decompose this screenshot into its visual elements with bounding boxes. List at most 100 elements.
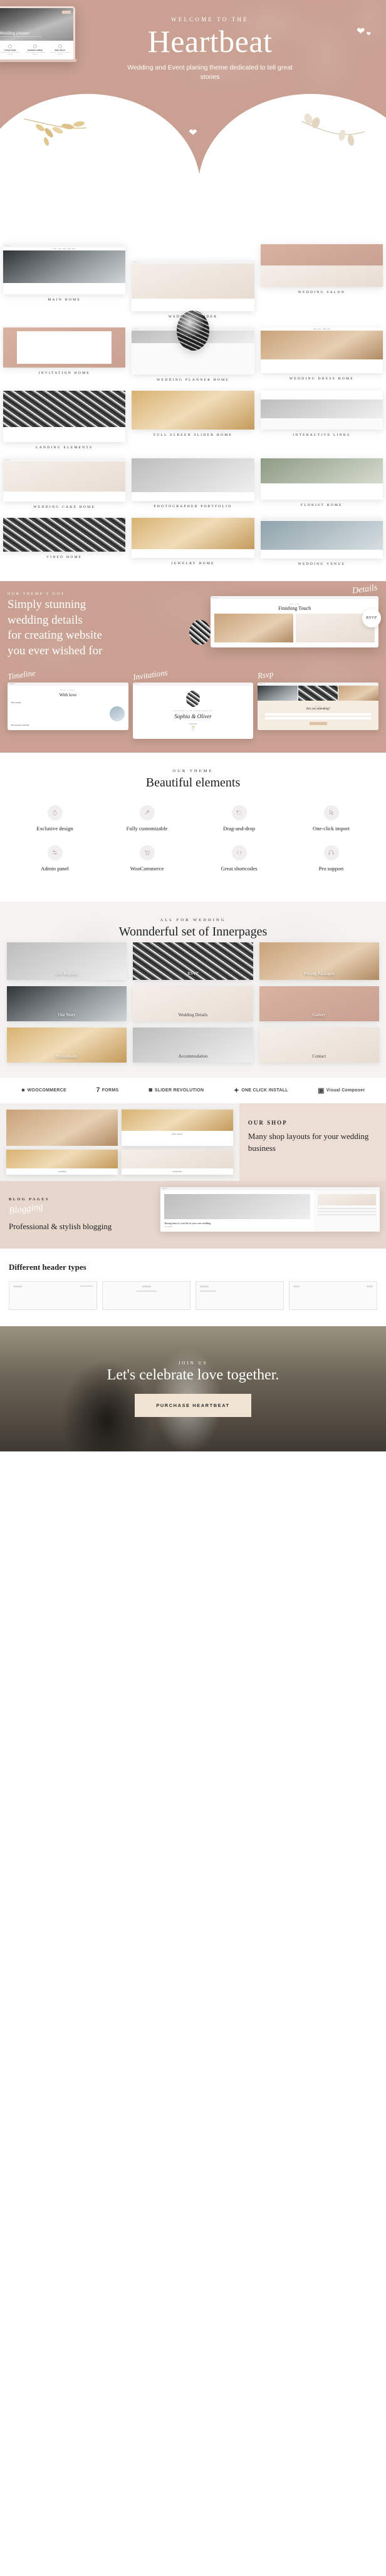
cta-kicker: JOIN US [178, 1360, 208, 1366]
details-card-rsvp[interactable]: Rsvp RSVP Are you attending? [257, 669, 379, 739]
demo-item-photographer-portfolio[interactable]: PHOTOGRAPHER PORTFOLIO [128, 458, 257, 518]
element-drag-and-drop[interactable]: Drag-and-drop [193, 805, 285, 832]
element-pro-support[interactable]: Pro support [285, 845, 377, 872]
demo-item-wedding-dress-home[interactable]: WEDDING DRESS HOME [258, 327, 386, 391]
innerpage-card[interactable]: RSVP [130, 939, 256, 983]
demo-item-wedding-salon[interactable]: WEDDING SALON [258, 244, 386, 327]
section-kicker: OUR THEME'S GOT [8, 592, 65, 596]
demo-label: FLORIST HOME [300, 503, 343, 507]
element-exclusive-design[interactable]: Exclusive design [9, 805, 101, 832]
demo-screenshot[interactable] [132, 391, 254, 430]
innerpage-card[interactable]: Bridesmaids [4, 1024, 130, 1066]
element-woocommerce[interactable]: WooCommerce [101, 845, 193, 872]
card-title: Sophia & Oliver [174, 713, 212, 719]
couple-photo-circle [177, 311, 209, 351]
page-title: Heartbeat [147, 24, 273, 59]
demo-screenshot[interactable] [132, 458, 254, 501]
innerpage-card[interactable]: Pricing Packages [256, 939, 382, 983]
card-script-label: Timeline [7, 667, 36, 681]
timeline-item: How we met [11, 701, 21, 704]
header-type-4[interactable] [289, 1280, 377, 1310]
section-kicker: OUR THEME [172, 768, 214, 773]
demo-screenshot[interactable] [260, 391, 383, 430]
cursor-icon [323, 805, 339, 820]
innerpage-caption: Accommodation [178, 1053, 208, 1059]
element-label: Great shortcodes [221, 865, 258, 872]
innerpage-card[interactable]: Gallery [256, 983, 382, 1024]
innerpage-card[interactable]: Our Story [4, 983, 130, 1024]
rsvp-submit-button[interactable] [309, 721, 327, 725]
laptop-feature-text: Lorem ipsum dolor sit amet consectetur a… [0, 52, 21, 55]
demo-screenshot[interactable] [260, 458, 383, 500]
demo-item-interactive-links[interactable]: INTERACTIVE LINKS [258, 391, 386, 458]
wedding-details-section: OUR THEME'S GOT Simply stunning wedding … [0, 581, 386, 753]
demo-item-wedding-cake-home[interactable]: WEDDING CAKE HOME [0, 458, 128, 518]
rsvp-badge[interactable]: RSVP [362, 609, 381, 627]
demo-screenshot[interactable] [260, 244, 383, 287]
innerpage-caption: Pricing Packages [304, 971, 335, 976]
gold-twig-right-decor [298, 113, 367, 149]
demo-row: VIDEO HOME JEWELRY HOME WEDDING VENUE [0, 518, 386, 575]
laptop-caption-sub: Lorem ipsum dolor sit amet consectetur a… [0, 36, 42, 38]
innerpage-card[interactable]: Gift Registry [4, 939, 130, 983]
rsvp-input[interactable] [265, 716, 372, 719]
demo-item-main-home[interactable]: MAIN HOME [0, 244, 128, 327]
section-heading: Different header types [9, 1262, 86, 1272]
details-card-timeline[interactable]: Timeline OUR STORY With love How we met … [7, 667, 128, 739]
demo-item-florist-home[interactable]: FLORIST HOME [258, 458, 386, 518]
purchase-button[interactable]: PURCHASE HEARTBEAT [135, 1393, 251, 1417]
laptop-feature-title: Destination weddings [28, 49, 43, 51]
demo-screenshot[interactable] [3, 327, 126, 368]
demo-screenshot[interactable] [3, 518, 126, 552]
demo-item-invitation-home[interactable]: INVITATION HOME [0, 327, 128, 391]
shop-copy: OUR SHOP Many shop layouts for your wedd… [239, 1103, 386, 1181]
demo-screenshot[interactable] [3, 458, 126, 502]
laptop-feature: Destination weddings Lorem ipsum dolor s… [24, 44, 47, 56]
element-admin-panel[interactable]: Admin panel [9, 845, 101, 872]
header-type-1[interactable] [9, 1280, 97, 1310]
demo-screenshot[interactable] [260, 518, 383, 559]
demo-screenshot[interactable] [260, 327, 383, 374]
cta-section: JOIN US Let's celebrate love together. P… [0, 1326, 386, 1451]
innerpage-card[interactable]: Contact [256, 1024, 382, 1066]
header-type-3[interactable] [196, 1280, 284, 1310]
details-card-invitations[interactable]: Invitations TOGETHER WITH THEIR FAMILIES… [132, 667, 254, 739]
innerpage-card[interactable]: Accommodation [130, 1024, 256, 1066]
visual-composer-icon: ▣ [318, 1086, 325, 1095]
element-one-click-import[interactable]: One-click import [285, 805, 377, 832]
sliders-icon [47, 845, 63, 860]
laptop-feature-title: Made with love [55, 49, 66, 51]
demo-label: VIDEO HOME [46, 555, 83, 559]
demo-screenshot[interactable] [132, 518, 254, 558]
heart-icon: ❤ ❤ [357, 26, 371, 37]
element-label: Fully customizable [126, 825, 168, 832]
demo-item-video-home[interactable]: VIDEO HOME [0, 518, 128, 575]
shop-product-label: Gold Ring [58, 1170, 66, 1173]
demo-label: PHOTOGRAPHER PORTFOLIO [154, 505, 232, 508]
demo-screenshot[interactable] [3, 391, 126, 442]
hero-subtitle: Wedding and Event planing theme dedicate… [127, 63, 293, 81]
shop-product-label: Select options [172, 1132, 183, 1135]
demo-item-landing-elements[interactable]: LANDING ELEMENTS [0, 391, 128, 458]
demo-item-jewelry-home[interactable]: JEWELRY HOME [128, 518, 257, 575]
demo-item-wedding-venue[interactable]: WEDDING VENUE [258, 518, 386, 575]
rsvp-input[interactable] [265, 713, 372, 716]
card-date-number: 7 [191, 724, 195, 733]
header-type-2[interactable] [102, 1280, 190, 1310]
demo-item-full-screen-slider-home[interactable]: FULL SCREEN SLIDER HOME [128, 391, 257, 458]
instagram-photo-circle [189, 620, 211, 645]
details-preview-card[interactable]: WE DO Finishing Touch [211, 596, 378, 647]
laptop-caption: Wedding planner Lorem ipsum dolor sit am… [0, 31, 42, 38]
heart-divider-icon: ❤ [189, 128, 197, 138]
innerpage-card[interactable]: Wedding Details [130, 983, 256, 1024]
element-label: One-click import [313, 825, 350, 832]
demo-label: WEDDING SALON [298, 291, 345, 294]
demo-label: WEDDING CAKE HOME [33, 505, 95, 509]
blog-post-meta: BY ADMIN [164, 1225, 173, 1228]
demo-screenshot[interactable] [132, 260, 254, 311]
demo-screenshot[interactable] [3, 244, 126, 295]
element-fully-customizable[interactable]: Fully customizable [101, 805, 193, 832]
header-types-row [9, 1280, 377, 1310]
element-great-shortcodes[interactable]: Great shortcodes [193, 845, 285, 872]
blog-section: BLOG PAGES Blogging Professional & styli… [0, 1180, 386, 1249]
